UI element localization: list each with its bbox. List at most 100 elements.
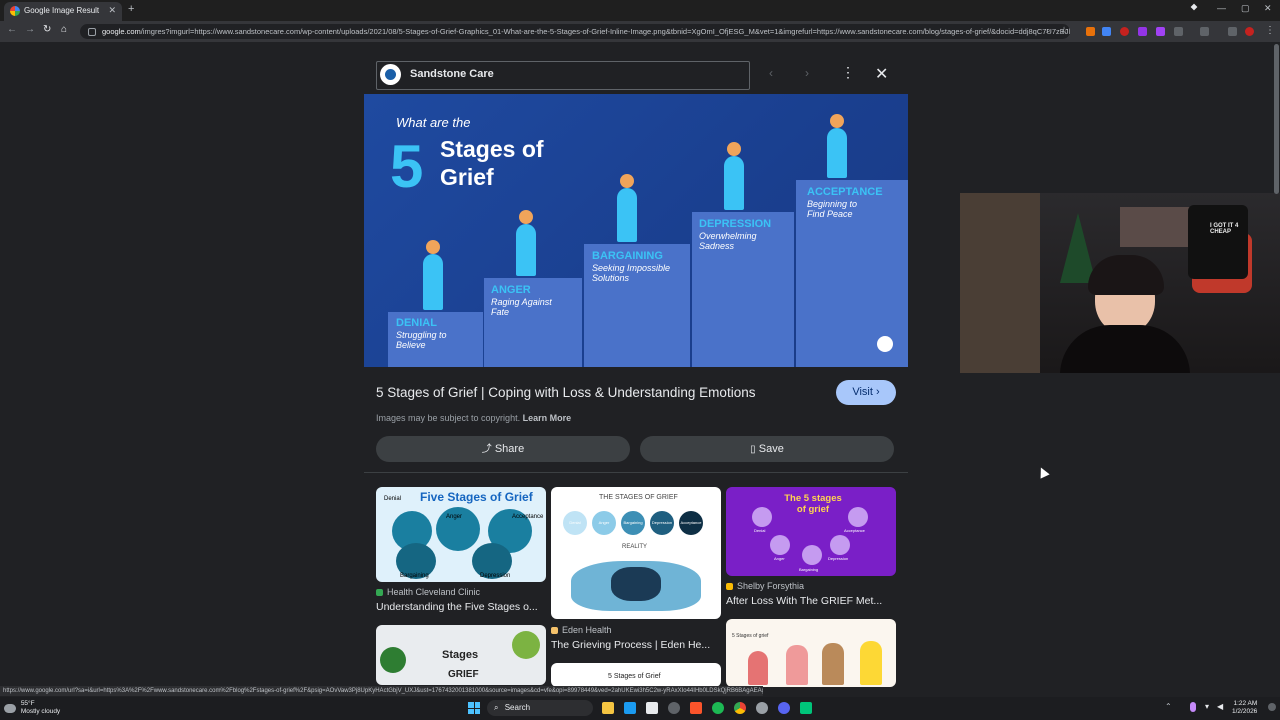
- page-scrollbar[interactable]: [1274, 44, 1279, 194]
- thumb-title: Stages: [442, 649, 479, 661]
- minimize-button[interactable]: —: [1217, 3, 1226, 13]
- extensions-puzzle-icon[interactable]: [1174, 27, 1183, 36]
- brave-browser-icon[interactable]: [690, 702, 702, 714]
- thumb-stage-row: Denial Anger Bargaining Depression Accep…: [563, 511, 711, 535]
- file-explorer-icon[interactable]: [602, 702, 614, 714]
- acceptance-figure: [827, 128, 847, 178]
- tab-title: Google Image Result: [24, 6, 100, 15]
- browser-menu-icon[interactable]: ⋮: [1265, 25, 1275, 36]
- side-panel-icon[interactable]: [1200, 27, 1209, 36]
- reload-button[interactable]: ↻: [43, 24, 51, 35]
- thumb-title: Five Stages of Grief: [420, 490, 533, 504]
- close-viewer-icon[interactable]: ✕: [875, 64, 888, 84]
- extension-icon[interactable]: [1120, 27, 1129, 36]
- taskbar-app-icon[interactable]: [624, 702, 636, 714]
- network-icon[interactable]: ▾: [1205, 702, 1209, 711]
- zoom-icon[interactable]: ⌕: [1046, 26, 1050, 36]
- previous-image-button[interactable]: ‹: [769, 66, 773, 80]
- thumb-label: Denial: [384, 496, 402, 502]
- extension-icon[interactable]: [1138, 27, 1147, 36]
- related-thumbnail[interactable]: 5 Stages of Grief: [551, 663, 721, 687]
- main-image[interactable]: What are the 5 Stages of Grief DENIAL St…: [364, 94, 908, 367]
- related-thumbnail[interactable]: Stages GRIEF: [376, 625, 546, 685]
- windows-start-icon[interactable]: [468, 702, 480, 714]
- tab-close-icon[interactable]: ✕: [108, 5, 116, 16]
- thumb-figure: [611, 567, 661, 601]
- downloads-icon[interactable]: [1228, 27, 1237, 36]
- image-title[interactable]: 5 Stages of Grief | Coping with Loss & U…: [376, 385, 755, 400]
- webcam-overlay: I GOT IT 4 CHEAP: [960, 193, 1280, 373]
- microphone-icon[interactable]: [1190, 702, 1196, 712]
- anger-figure-head: [519, 210, 533, 224]
- notification-icon[interactable]: [1268, 703, 1276, 711]
- thumb-label: Bargaining: [799, 567, 819, 572]
- related-title[interactable]: Understanding the Five Stages o...: [376, 601, 546, 613]
- stage-bargaining-sub2: Solutions: [592, 273, 630, 283]
- source-name: Eden Health: [562, 625, 612, 635]
- settings-icon[interactable]: [668, 702, 680, 714]
- weather-temp: 55°F: [20, 700, 35, 707]
- discord-icon[interactable]: [778, 702, 790, 714]
- thumb-label: Denial: [563, 511, 587, 535]
- thumb-label: Anger: [446, 514, 463, 520]
- taskbar-app-icon[interactable]: [756, 702, 768, 714]
- related-title[interactable]: After Loss With The GRIEF Met...: [726, 595, 896, 607]
- status-url-preview: https://www.google.com/url?sa=i&url=http…: [0, 686, 763, 696]
- thumb-face: [752, 507, 772, 527]
- forward-button[interactable]: →: [25, 24, 35, 35]
- url-domain: google.com: [102, 27, 141, 36]
- chevron-right-icon: ›: [875, 386, 880, 398]
- window-close-button[interactable]: ✕: [1264, 3, 1272, 14]
- taskbar-app-icon[interactable]: [646, 702, 658, 714]
- thumb-face: [830, 535, 850, 555]
- spotify-icon[interactable]: [712, 702, 724, 714]
- taskbar-clock[interactable]: 1:22 AM 1/2/2026: [1232, 700, 1257, 716]
- browser-tab[interactable]: Google Image Result ✕: [4, 2, 122, 21]
- thumb-label: Acceptance: [844, 528, 865, 533]
- stage-anger-sub1: Raging Against: [491, 297, 552, 307]
- related-source: Shelby Forsythia: [726, 581, 804, 591]
- extension-icon[interactable]: [1086, 27, 1095, 36]
- related-thumbnail[interactable]: The 5 stages of grief Denial Acceptance …: [726, 487, 896, 576]
- weather-widget[interactable]: 55°F Mostly cloudy: [4, 700, 60, 716]
- address-bar[interactable]: google.com/imgres?imgurl=https://www.san…: [80, 24, 1070, 39]
- stage-anger-name: ANGER: [491, 284, 531, 296]
- related-source: Eden Health: [551, 625, 612, 635]
- stage-anger-sub2: Fate: [491, 307, 510, 317]
- new-tab-button[interactable]: +: [128, 3, 134, 15]
- taskbar-app-icon[interactable]: [800, 702, 812, 714]
- url-path: /imgres?imgurl=https://www.sandstonecare…: [140, 27, 1070, 36]
- taskbar-search[interactable]: ⌕ Search: [487, 700, 593, 716]
- related-thumbnail[interactable]: 5 Stages of grief: [726, 619, 896, 687]
- more-options-icon[interactable]: ⋮: [841, 64, 855, 81]
- visit-button[interactable]: Visit ›: [836, 380, 896, 405]
- copyright-text: Images may be subject to copyright.: [376, 413, 521, 423]
- related-thumbnail[interactable]: THE STAGES OF GRIEF Denial Anger Bargain…: [551, 487, 721, 619]
- hanging-shirt: [1188, 205, 1248, 279]
- thumb-face: [848, 507, 868, 527]
- chrome-icon[interactable]: [734, 702, 746, 714]
- thumb-label: Acceptance: [512, 514, 544, 520]
- visit-label: Visit: [852, 386, 873, 398]
- share-button[interactable]: ⤴ Share: [376, 436, 630, 462]
- source-name[interactable]: Sandstone Care: [410, 68, 494, 80]
- thumb-label: Depression: [828, 556, 849, 561]
- tray-overflow-icon[interactable]: ⌃: [1165, 702, 1172, 711]
- save-button[interactable]: ▯ Save: [640, 436, 894, 462]
- maximize-button[interactable]: ▢: [1241, 3, 1250, 14]
- volume-icon[interactable]: ◀: [1217, 702, 1223, 711]
- back-button[interactable]: ←: [7, 24, 17, 35]
- related-thumbnail[interactable]: Five Stages of Grief Denial Anger Bargai…: [376, 487, 546, 582]
- stage-depression-name: DEPRESSION: [699, 218, 772, 230]
- next-image-button[interactable]: ›: [805, 66, 809, 80]
- extension-icon[interactable]: [1156, 27, 1165, 36]
- windows-taskbar: [0, 697, 1280, 720]
- stage-acceptance-sub1: Beginning to: [807, 199, 858, 209]
- site-info-icon[interactable]: [88, 28, 96, 37]
- learn-more-link[interactable]: Learn More: [523, 413, 572, 423]
- related-title[interactable]: The Grieving Process | Eden He...: [551, 639, 721, 651]
- extension-icon[interactable]: [1102, 27, 1111, 36]
- home-button[interactable]: ⌂: [61, 24, 67, 35]
- bookmark-star-icon[interactable]: ☆: [1060, 25, 1068, 36]
- profile-avatar[interactable]: [1245, 27, 1254, 36]
